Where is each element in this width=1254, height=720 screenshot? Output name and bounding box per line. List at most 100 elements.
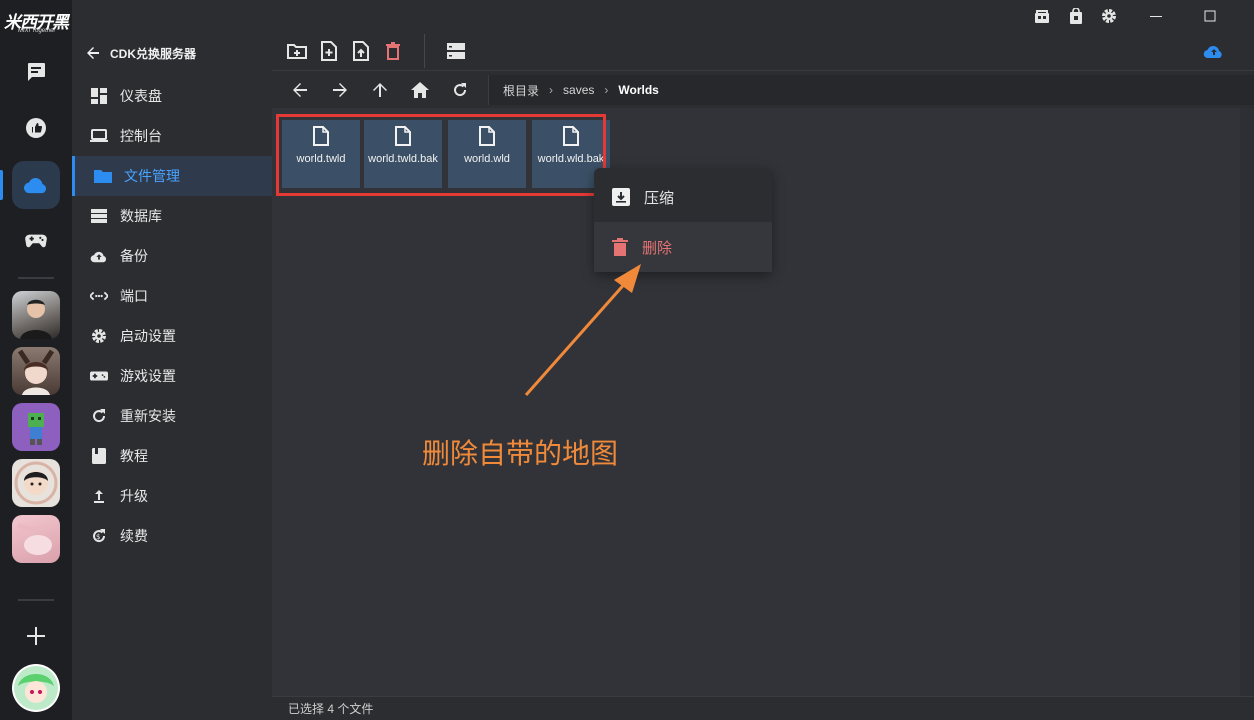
cloud-icon: [23, 178, 47, 194]
sidebar-item-label: 数据库: [120, 208, 162, 224]
sidebar-item-startup-settings[interactable]: 启动设置: [72, 316, 272, 356]
upload-file-button[interactable]: [350, 40, 372, 62]
sidebar-item-console[interactable]: 控制台: [72, 116, 272, 156]
games-button[interactable]: [12, 216, 60, 264]
up-button[interactable]: [370, 80, 390, 100]
minimize-icon: [1150, 16, 1162, 17]
sidebar-item-reinstall[interactable]: 重新安装: [72, 396, 272, 436]
cloud-upload-icon: [1203, 45, 1222, 59]
breadcrumb-current: Worlds: [618, 83, 659, 97]
app-logo: 米西开黑 MIXI Together: [4, 8, 69, 36]
new-folder-icon: [287, 44, 307, 59]
folder-icon: [94, 167, 112, 185]
app-window: 米西开黑 MIXI Together CDK兑换服务器 仪表盘 控制台 文件管理…: [0, 0, 1254, 720]
new-file-icon: [321, 41, 337, 61]
rail-divider-2: [18, 599, 54, 601]
maximize-button[interactable]: [1198, 4, 1222, 28]
server-name: CDK兑换服务器: [110, 46, 196, 61]
arrow-left-icon: [293, 83, 307, 97]
sidebar-item-label: 游戏设置: [120, 368, 176, 384]
trash-icon: [612, 238, 628, 256]
thumb-icon: [26, 118, 46, 138]
cloud-sync-button[interactable]: [1203, 40, 1225, 62]
sidebar-item-renew[interactable]: $ 续费: [72, 516, 272, 556]
active-indicator: [0, 170, 3, 200]
upload-file-icon: [353, 41, 369, 61]
gamepad-icon: [90, 367, 108, 385]
shop-button[interactable]: [1064, 4, 1088, 28]
breadcrumb: 根目录 › saves › Worlds: [488, 75, 1254, 105]
home-button[interactable]: [410, 80, 430, 100]
sidebar-item-backup[interactable]: 备份: [72, 236, 272, 276]
trash-icon: [386, 42, 400, 60]
server-sidebar: CDK兑换服务器 仪表盘 控制台 文件管理 数据库 备份 端口 启动设置 游戏设…: [72, 0, 272, 720]
minimize-button[interactable]: [1144, 4, 1168, 28]
refresh-button[interactable]: [450, 80, 470, 100]
rail-divider: [18, 277, 54, 279]
settings-button[interactable]: [1097, 4, 1121, 28]
sidebar-item-dashboard[interactable]: 仪表盘: [72, 76, 272, 116]
server-rail: 米西开黑 MIXI Together: [0, 0, 72, 720]
forward-button[interactable]: [330, 80, 350, 100]
status-bar: 已选择 4 个文件: [272, 696, 1254, 720]
maximize-icon: [1204, 10, 1216, 22]
server-avatar-4[interactable]: [12, 459, 60, 507]
shopping-bag-icon: [1070, 8, 1082, 24]
annotation-selection-box: [276, 114, 606, 196]
chat-icon: [28, 63, 45, 81]
add-server-button[interactable]: [12, 612, 60, 660]
server-avatar-3[interactable]: [12, 403, 60, 451]
new-file-button[interactable]: [318, 40, 340, 62]
sidebar-item-label: 重新安装: [120, 408, 176, 424]
gear-icon: [90, 327, 108, 345]
server-avatar-5[interactable]: [12, 515, 60, 563]
server-avatar-2[interactable]: [12, 347, 60, 395]
back-button[interactable]: [290, 80, 310, 100]
delete-menu-item[interactable]: 删除: [594, 222, 772, 272]
delete-button[interactable]: [382, 40, 404, 62]
vertical-scrollbar[interactable]: [1240, 108, 1254, 696]
renew-icon: $: [90, 527, 108, 545]
sidebar-item-database[interactable]: 数据库: [72, 196, 272, 236]
home-icon: [411, 82, 429, 98]
compress-menu-item[interactable]: 压缩: [594, 172, 772, 222]
sidebar-item-label: 控制台: [120, 128, 162, 144]
context-menu: 压缩 删除: [594, 168, 772, 272]
sidebar-item-label: 续费: [120, 528, 148, 544]
cloud-servers-button[interactable]: [12, 161, 60, 209]
sidebar-item-label: 启动设置: [120, 328, 176, 344]
dashboard-icon: [90, 87, 108, 105]
laptop-icon: [90, 127, 108, 145]
arrow-left-icon: [87, 47, 99, 59]
annotation-text: 删除自带的地图: [422, 438, 619, 469]
back-to-server-button[interactable]: CDK兑换服务器: [86, 40, 196, 66]
server-avatar-1[interactable]: [12, 291, 60, 339]
store-button[interactable]: [1030, 4, 1054, 28]
new-folder-button[interactable]: [286, 40, 308, 62]
sidebar-item-label: 备份: [120, 248, 148, 264]
chat-button[interactable]: [12, 48, 60, 96]
server-storage-button[interactable]: [445, 40, 467, 62]
breadcrumb-root[interactable]: 根目录: [503, 82, 539, 99]
sidebar-item-file-manager[interactable]: 文件管理: [72, 156, 272, 196]
logo-subtitle: MIXI Together: [18, 28, 56, 34]
sidebar-item-label: 文件管理: [124, 168, 180, 184]
toolbar-divider: [424, 34, 425, 68]
sidebar-item-upgrade[interactable]: 升级: [72, 476, 272, 516]
delete-label: 删除: [642, 239, 673, 257]
sidebar-item-game-settings[interactable]: 游戏设置: [72, 356, 272, 396]
user-avatar[interactable]: [12, 664, 60, 712]
sidebar-item-label: 升级: [120, 488, 148, 504]
gamepad-icon: [25, 234, 47, 248]
chevron-right-icon: ›: [604, 83, 609, 97]
breadcrumb-saves[interactable]: saves: [563, 83, 594, 97]
path-navbar: 根目录 › saves › Worlds: [272, 70, 1254, 108]
database-icon: [90, 207, 108, 225]
compress-label: 压缩: [644, 189, 675, 207]
gear-icon: [1102, 9, 1116, 23]
like-button[interactable]: [12, 104, 60, 152]
refresh-icon: [454, 83, 467, 97]
sidebar-item-ports[interactable]: 端口: [72, 276, 272, 316]
sidebar-item-label: 端口: [120, 288, 148, 304]
sidebar-item-tutorial[interactable]: 教程: [72, 436, 272, 476]
